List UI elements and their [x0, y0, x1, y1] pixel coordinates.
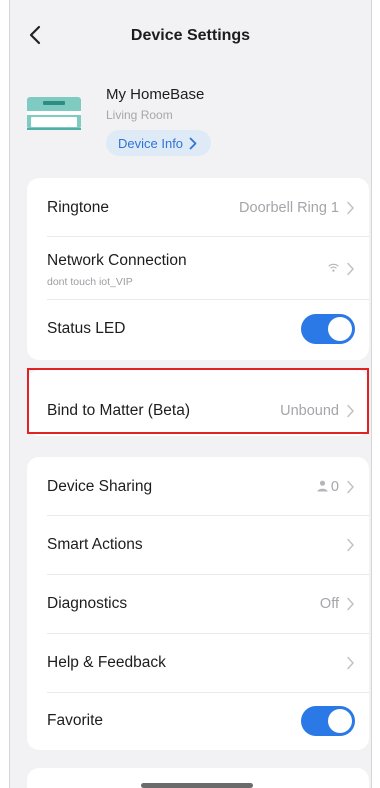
ringtone-value: Doorbell Ring 1 [239, 200, 339, 216]
home-indicator[interactable] [141, 783, 253, 788]
device-name: My HomeBase [106, 86, 205, 103]
ringtone-label: Ringtone [47, 199, 110, 216]
phone-screen: Device Settings My HomeBase Living Room … [9, 0, 372, 788]
device-room: Living Room [106, 108, 173, 122]
page-title: Device Settings [130, 27, 251, 44]
toggle-knob [328, 709, 352, 733]
bind-to-matter-row[interactable]: Bind to Matter (Beta) Unbound [27, 374, 369, 432]
device-sharing-row[interactable]: Device Sharing 0 [27, 457, 369, 515]
device-info-label: Device Info [118, 135, 184, 151]
device-info-button[interactable]: Device Info [106, 130, 212, 156]
diagnostics-label: Diagnostics [47, 595, 128, 612]
device-summary: My HomeBase Living Room Device Info [10, 76, 371, 166]
device-sharing-label: Device Sharing [47, 478, 153, 495]
status-led-row: Status LED [27, 300, 369, 358]
help-feedback-row[interactable]: Help & Feedback [27, 634, 369, 692]
favorite-label: Favorite [47, 712, 103, 729]
chevron-right-icon [347, 480, 355, 494]
status-led-toggle[interactable] [301, 314, 355, 344]
chevron-right-icon [347, 656, 355, 670]
status-led-label: Status LED [47, 320, 126, 337]
smart-actions-label: Smart Actions [47, 536, 143, 553]
chevron-right-icon [347, 262, 355, 276]
homebase-device-icon [27, 97, 81, 130]
favorite-row: Favorite [27, 693, 369, 751]
network-ssid: dont touch iot_VIP [47, 276, 133, 288]
matter-label: Bind to Matter (Beta) [47, 402, 191, 419]
chevron-right-icon [347, 538, 355, 552]
ringtone-row[interactable]: Ringtone Doorbell Ring 1 [27, 178, 369, 236]
person-icon [317, 480, 328, 492]
device-sharing-count: 0 [330, 479, 339, 495]
toggle-knob [328, 317, 352, 341]
help-feedback-label: Help & Feedback [47, 654, 166, 671]
smart-actions-row[interactable]: Smart Actions [27, 516, 369, 574]
diagnostics-row[interactable]: Diagnostics Off [27, 575, 369, 633]
chevron-right-icon [347, 597, 355, 611]
header: Device Settings [10, 0, 371, 74]
diagnostics-value: Off [319, 596, 339, 612]
favorite-toggle[interactable] [301, 706, 355, 736]
settings-card-matter: Bind to Matter (Beta) Unbound [27, 370, 369, 436]
network-connection-row[interactable]: Network Connection dont touch iot_VIP [27, 237, 369, 299]
settings-card-general: Ringtone Doorbell Ring 1 Network Connect… [27, 178, 369, 360]
settings-card-more: Device Sharing 0 Smart Actions Diagnosti… [27, 457, 369, 750]
wifi-icon [328, 263, 339, 272]
chevron-right-icon [347, 404, 355, 418]
matter-status: Unbound [280, 403, 339, 419]
chevron-right-icon [347, 201, 355, 215]
network-label: Network Connection [47, 252, 187, 269]
chevron-right-icon [189, 137, 197, 149]
